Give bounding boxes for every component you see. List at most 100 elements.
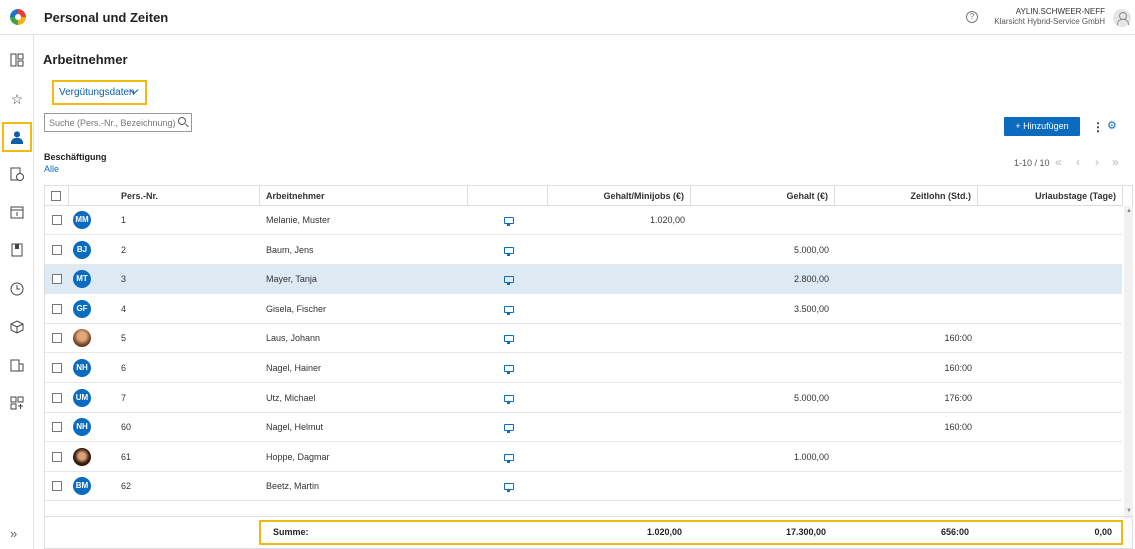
table-row[interactable]: NH 60 Nagel, Helmut 160:00 — [45, 413, 1123, 443]
app-logo-icon[interactable] — [10, 9, 26, 25]
cell-urlaubstage — [978, 413, 1123, 442]
column-header-urlaubstage[interactable]: Urlaubstage (Tage) — [978, 186, 1123, 206]
table-row[interactable]: BM 62 Beetz, Martin — [45, 472, 1122, 502]
row-checkbox[interactable] — [52, 363, 62, 373]
cell-arbeitnehmer[interactable]: Nagel, Hainer — [260, 354, 468, 383]
monitor-icon[interactable] — [504, 424, 514, 434]
building-icon[interactable] — [9, 357, 25, 373]
monitor-icon[interactable] — [504, 365, 514, 374]
table-row[interactable]: UM 7 Utz, Michael 5.000,00 176:00 — [45, 384, 1122, 413]
document-clock-icon[interactable] — [9, 166, 25, 182]
cell-arbeitnehmer[interactable]: Nagel, Helmut — [260, 413, 468, 442]
summary-label: Summe: — [273, 527, 309, 537]
first-page-icon[interactable]: « — [1055, 155, 1062, 169]
search-input[interactable] — [44, 113, 192, 132]
cell-pers-nr: 1 — [121, 215, 127, 225]
row-checkbox[interactable] — [52, 244, 62, 255]
table-row[interactable]: NH 6 Nagel, Hainer 160:00 — [45, 354, 1122, 383]
cell-urlaubstage — [978, 236, 1123, 265]
row-checkbox[interactable] — [52, 481, 62, 492]
row-checkbox[interactable] — [52, 333, 62, 344]
table-row[interactable]: 61 Hoppe, Dagmar 1.000,00 — [45, 443, 1122, 472]
cell-pers-nr: 7 — [121, 392, 127, 403]
clock-icon[interactable] — [9, 281, 25, 297]
row-checkbox[interactable] — [52, 274, 62, 285]
cell-arbeitnehmer[interactable]: Melanie, Muster — [260, 206, 468, 235]
cell-urlaubstage — [978, 354, 1123, 383]
pager-range: 1-10 / 10 — [1014, 158, 1050, 168]
filter-value-link[interactable]: Alle — [44, 164, 59, 174]
cell-arbeitnehmer[interactable]: Mayer, Tanja — [260, 265, 468, 294]
table-row[interactable]: GF 4 Gisela, Fischer 3.500,00 — [45, 295, 1122, 324]
search-icon[interactable] — [178, 117, 186, 125]
table-row[interactable]: BJ 2 Baum, Jens 5.000,00 — [45, 236, 1122, 265]
table-row[interactable]: MT 3 Mayer, Tanja 2.800,00 — [45, 265, 1122, 295]
person-icon[interactable] — [2, 122, 32, 152]
cell-gehalt-minijobs — [548, 354, 691, 383]
cell-arbeitnehmer[interactable]: Beetz, Martin — [260, 472, 468, 501]
cell-gehalt-minijobs — [548, 443, 691, 472]
column-header-pers-nr[interactable]: Pers.-Nr. — [115, 186, 260, 206]
cell-arbeitnehmer[interactable]: Baum, Jens — [260, 236, 468, 265]
vertical-scrollbar[interactable] — [1124, 206, 1133, 519]
table-footer-divider — [44, 516, 1133, 517]
monitor-icon[interactable] — [504, 305, 514, 315]
column-header-zeitlohn[interactable]: Zeitlohn (Std.) — [835, 186, 978, 206]
cell-gehalt-minijobs — [548, 472, 691, 501]
monitor-icon[interactable] — [504, 483, 514, 493]
column-header-arbeitnehmer[interactable]: Arbeitnehmer — [260, 186, 468, 206]
book-icon[interactable] — [9, 242, 25, 258]
cell-arbeitnehmer[interactable]: Gisela, Fischer — [260, 295, 468, 324]
collapse-sidebar-icon[interactable]: » — [10, 526, 17, 541]
row-checkbox[interactable] — [52, 392, 62, 403]
column-header-gehalt[interactable]: Gehalt (€) — [691, 186, 835, 206]
gear-icon[interactable]: ⚙ — [1107, 119, 1117, 132]
cell-arbeitnehmer[interactable]: Utz, Michael — [260, 384, 468, 413]
monitor-icon[interactable] — [504, 335, 514, 345]
cell-arbeitnehmer[interactable]: Laus, Johann — [260, 324, 468, 353]
select-all-cell — [45, 186, 69, 206]
cell-gehalt — [691, 206, 835, 235]
employee-initials-avatar: BJ — [73, 240, 91, 259]
row-checkbox[interactable] — [52, 422, 62, 433]
table-row[interactable]: 5 Laus, Johann 160:00 — [45, 324, 1122, 354]
row-checkbox[interactable] — [52, 451, 62, 462]
monitor-icon[interactable] — [504, 217, 514, 226]
employee-initials-avatar: MT — [73, 270, 91, 289]
view-select-dropdown[interactable]: Vergütungsdaten — [52, 80, 147, 105]
cube-icon[interactable] — [9, 319, 25, 335]
monitor-icon[interactable] — [504, 276, 514, 286]
scroll-down-icon[interactable]: ▼ — [1126, 508, 1132, 514]
monitor-icon[interactable] — [504, 246, 514, 256]
user-avatar-icon[interactable] — [1113, 9, 1131, 27]
last-page-icon[interactable]: » — [1112, 155, 1119, 169]
user-name: AYLIN.SCHWEER-NEFF — [1015, 7, 1105, 16]
view-select-label: Vergütungsdaten — [59, 87, 135, 98]
dashboard-icon[interactable] — [9, 52, 25, 68]
monitor-icon[interactable] — [504, 394, 514, 404]
select-all-checkbox[interactable] — [51, 191, 61, 201]
cell-zeitlohn — [835, 236, 978, 265]
cell-pers-nr: 60 — [121, 422, 132, 433]
report-icon[interactable] — [9, 395, 25, 411]
next-page-icon[interactable]: › — [1095, 155, 1099, 169]
row-checkbox[interactable] — [52, 215, 62, 225]
cell-pers-nr: 62 — [121, 481, 132, 492]
add-button[interactable]: + Hinzufügen — [1004, 117, 1080, 136]
scroll-up-icon[interactable]: ▲ — [1126, 208, 1132, 214]
summary-row: Summe: 1.020,00 17.300,00 656:00 0,00 — [259, 520, 1123, 545]
column-header-gehalt-minijobs[interactable]: Gehalt/Minijobs (€) — [548, 186, 691, 206]
more-options-icon[interactable]: ⋮ — [1092, 120, 1104, 134]
table-header: Pers.-Nr. Arbeitnehmer Gehalt/Minijobs (… — [45, 186, 1123, 206]
calendar-icon[interactable] — [9, 204, 25, 220]
info-column-header — [468, 186, 548, 206]
star-icon[interactable]: ☆ — [9, 91, 25, 107]
monitor-icon[interactable] — [504, 453, 514, 463]
help-icon[interactable]: ? — [966, 11, 978, 23]
previous-page-icon[interactable]: ‹ — [1076, 155, 1080, 169]
cell-pers-nr: 61 — [121, 451, 132, 462]
table-row[interactable]: MM 1 Melanie, Muster 1.020,00 — [45, 206, 1122, 235]
row-checkbox[interactable] — [52, 303, 62, 314]
cell-arbeitnehmer[interactable]: Hoppe, Dagmar — [260, 443, 468, 472]
employee-initials-avatar: MM — [73, 211, 91, 229]
